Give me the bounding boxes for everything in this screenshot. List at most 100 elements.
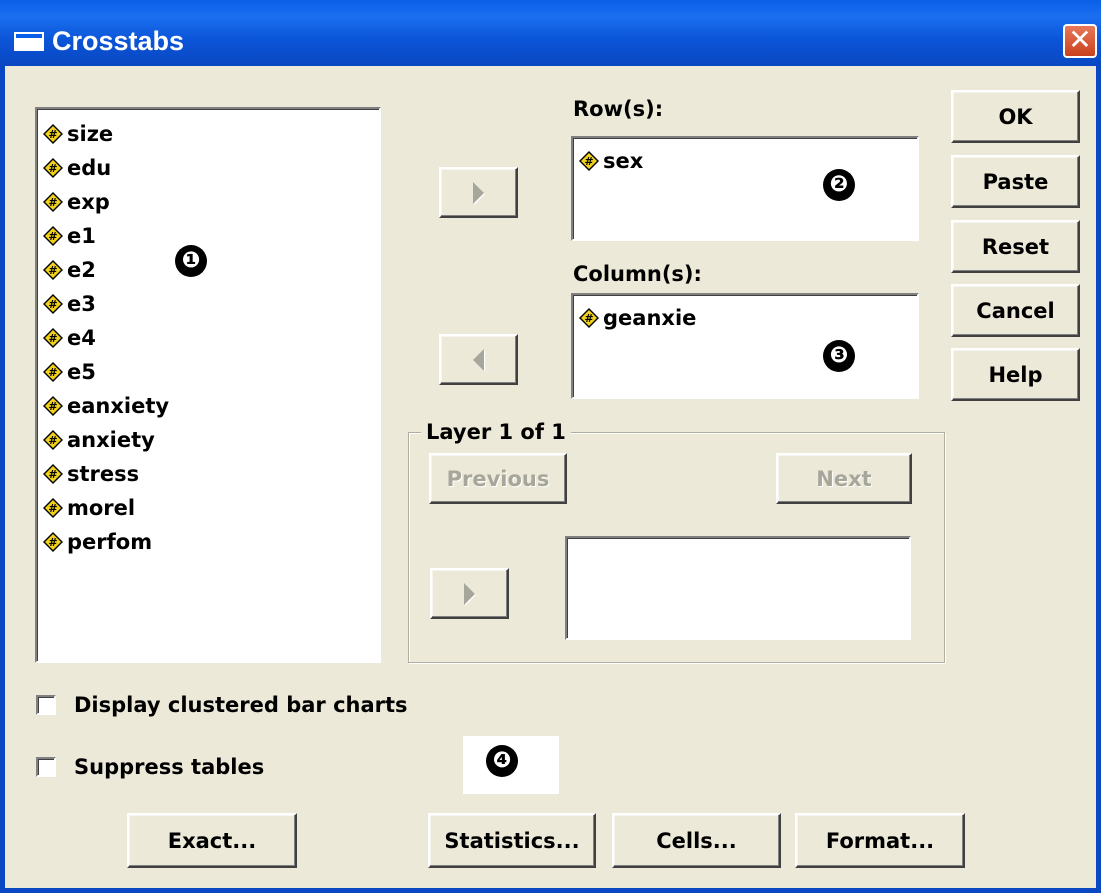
row-variable-item[interactable]: # sex <box>573 138 917 178</box>
suppress-tables-checkbox[interactable] <box>36 757 56 777</box>
next-layer-button[interactable]: Next <box>776 453 912 504</box>
variable-label: exp <box>67 190 110 214</box>
scale-variable-icon: # <box>43 328 63 348</box>
scale-variable-icon: # <box>43 532 63 552</box>
variable-item[interactable]: # e4 <box>43 321 379 355</box>
scale-variable-icon: # <box>43 362 63 382</box>
column-variable-item[interactable]: # geanxie <box>573 295 917 335</box>
rows-label: Row(s): <box>573 97 664 121</box>
suppress-tables-option[interactable]: Suppress tables <box>36 755 264 779</box>
variable-label: stress <box>67 462 140 486</box>
reset-button[interactable]: Reset <box>951 220 1080 273</box>
variable-label: eanxiety <box>67 394 170 418</box>
scale-variable-icon: # <box>43 158 63 178</box>
variable-item[interactable]: # e1 <box>43 219 379 253</box>
variable-label: e4 <box>67 326 96 350</box>
scale-variable-icon: # <box>43 430 63 450</box>
arrow-right-icon <box>464 582 475 605</box>
svg-text:#: # <box>48 434 57 447</box>
statistics-button[interactable]: Statistics... <box>428 813 596 868</box>
scale-variable-icon: # <box>579 308 599 328</box>
scale-variable-icon: # <box>43 260 63 280</box>
help-button[interactable]: Help <box>951 348 1080 401</box>
svg-text:#: # <box>584 155 593 168</box>
columns-label: Column(s): <box>573 262 702 286</box>
variable-item[interactable]: # e3 <box>43 287 379 321</box>
variable-label: edu <box>67 156 112 180</box>
variable-label: anxiety <box>67 428 155 452</box>
svg-text:#: # <box>48 230 57 243</box>
svg-text:#: # <box>48 196 57 209</box>
column-move-button[interactable] <box>439 334 518 385</box>
title-bar[interactable]: Crosstabs ✕ <box>0 0 1101 66</box>
clustered-bar-label: Display clustered bar charts <box>74 693 408 717</box>
svg-text:#: # <box>48 264 57 277</box>
row-variable-label: sex <box>603 149 644 173</box>
variable-item[interactable]: # perfom <box>43 525 379 559</box>
annotation-marker-3: ❸ <box>823 340 855 372</box>
variable-item[interactable]: # stress <box>43 457 379 491</box>
scale-variable-icon: # <box>43 124 63 144</box>
layer-move-button[interactable] <box>430 568 509 619</box>
suppress-tables-label: Suppress tables <box>74 755 265 779</box>
scale-variable-icon: # <box>43 226 63 246</box>
arrow-right-icon <box>473 181 484 204</box>
window-frame-right <box>1096 66 1101 893</box>
ok-button[interactable]: OK <box>951 90 1080 143</box>
annotation-marker-1: ❶ <box>175 245 207 277</box>
previous-layer-button[interactable]: Previous <box>429 453 567 504</box>
column-variable-label: geanxie <box>603 306 697 330</box>
svg-text:#: # <box>48 298 57 311</box>
annotation-marker-2: ❷ <box>823 169 855 201</box>
scale-variable-icon: # <box>43 464 63 484</box>
window-icon <box>14 32 44 51</box>
variable-item[interactable]: # size <box>43 117 379 151</box>
svg-text:#: # <box>48 536 57 549</box>
cancel-button[interactable]: Cancel <box>951 284 1080 337</box>
variable-label: size <box>67 122 114 146</box>
window-frame-bottom <box>0 888 1101 893</box>
exact-button[interactable]: Exact... <box>127 813 297 868</box>
variable-item[interactable]: # edu <box>43 151 379 185</box>
window-frame-left <box>0 66 5 893</box>
svg-text:#: # <box>48 366 57 379</box>
window-title: Crosstabs <box>52 26 185 56</box>
clustered-bar-option[interactable]: Display clustered bar charts <box>36 693 408 717</box>
svg-text:#: # <box>48 468 57 481</box>
close-icon[interactable]: ✕ <box>1063 24 1097 58</box>
format-button[interactable]: Format... <box>795 813 965 868</box>
arrow-left-icon <box>473 348 484 371</box>
variable-label: e2 <box>67 258 96 282</box>
scale-variable-icon: # <box>43 396 63 416</box>
variable-item[interactable]: # exp <box>43 185 379 219</box>
svg-text:#: # <box>48 502 57 515</box>
rows-list[interactable]: # sex <box>571 136 919 241</box>
annotation-marker-4: ❹ <box>486 745 518 777</box>
variable-label: e5 <box>67 360 96 384</box>
row-move-button[interactable] <box>439 167 518 218</box>
svg-text:#: # <box>48 332 57 345</box>
variable-item[interactable]: # e5 <box>43 355 379 389</box>
columns-list[interactable]: # geanxie <box>571 293 919 399</box>
variable-label: morel <box>67 496 136 520</box>
variable-item[interactable]: # anxiety <box>43 423 379 457</box>
variable-label: perfom <box>67 530 153 554</box>
variable-item[interactable]: # morel <box>43 491 379 525</box>
scale-variable-icon: # <box>43 294 63 314</box>
svg-text:#: # <box>48 162 57 175</box>
svg-text:#: # <box>48 128 57 141</box>
source-variable-list[interactable]: # size # edu # exp # e1 # e2 # e3 # e4 # e5 # eanxiety # an… <box>35 107 381 663</box>
layer-list[interactable] <box>565 536 911 640</box>
variable-item[interactable]: # e2 <box>43 253 379 287</box>
cells-button[interactable]: Cells... <box>612 813 781 868</box>
variable-item[interactable]: # eanxiety <box>43 389 379 423</box>
variable-list-items: # size # edu # exp # e1 # e2 # e3 # e4 # e5 # eanxiety # an… <box>37 109 379 559</box>
layer-label: Layer 1 of 1 <box>421 420 571 444</box>
svg-text:#: # <box>584 312 593 325</box>
variable-label: e1 <box>67 224 96 248</box>
crosstabs-dialog: Crosstabs ✕ # size # edu # exp # e1 # e2 # e3 # e4 # e5… <box>0 0 1101 893</box>
paste-button[interactable]: Paste <box>951 155 1080 208</box>
clustered-bar-checkbox[interactable] <box>36 695 56 715</box>
scale-variable-icon: # <box>43 192 63 212</box>
variable-label: e3 <box>67 292 96 316</box>
